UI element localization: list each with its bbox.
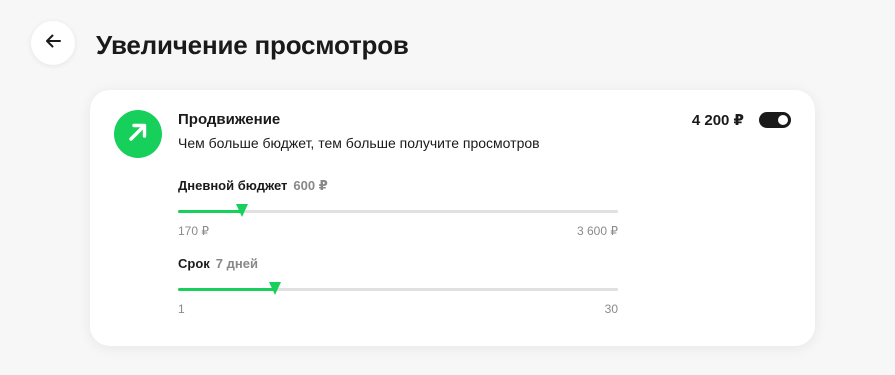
budget-label: Дневной бюджет bbox=[178, 178, 288, 193]
budget-slider-thumb[interactable] bbox=[236, 204, 248, 217]
budget-label-row: Дневной бюджет 600 ₽ bbox=[178, 178, 328, 194]
back-button[interactable] bbox=[31, 21, 75, 65]
toggle-knob bbox=[778, 115, 788, 125]
duration-slider[interactable] bbox=[178, 280, 618, 300]
promotion-description: Чем больше бюджет, тем больше получите п… bbox=[178, 135, 540, 151]
budget-slider-fill bbox=[178, 210, 242, 213]
duration-max-label: 30 bbox=[604, 302, 618, 316]
duration-value: 7 дней bbox=[215, 256, 258, 271]
promotion-toggle[interactable] bbox=[759, 112, 791, 128]
budget-max-label: 3 600 ₽ bbox=[577, 224, 618, 238]
promotion-icon-badge bbox=[114, 110, 162, 158]
promotion-title: Продвижение bbox=[178, 111, 281, 128]
duration-min-label: 1 bbox=[178, 302, 185, 316]
budget-value: 600 ₽ bbox=[293, 178, 328, 193]
promotion-card: Продвижение Чем больше бюджет, тем больш… bbox=[90, 90, 815, 346]
promotion-price: 4 200 ₽ bbox=[691, 112, 744, 129]
duration-label-row: Срок 7 дней bbox=[178, 256, 258, 271]
duration-slider-fill bbox=[178, 288, 275, 291]
arrow-left-icon bbox=[43, 31, 63, 56]
duration-slider-thumb[interactable] bbox=[269, 282, 281, 295]
budget-min-label: 170 ₽ bbox=[178, 224, 209, 238]
budget-slider[interactable] bbox=[178, 202, 618, 222]
page-title: Увеличение просмотров bbox=[96, 30, 409, 60]
arrow-up-right-icon bbox=[125, 119, 151, 150]
duration-label: Срок bbox=[178, 256, 210, 271]
